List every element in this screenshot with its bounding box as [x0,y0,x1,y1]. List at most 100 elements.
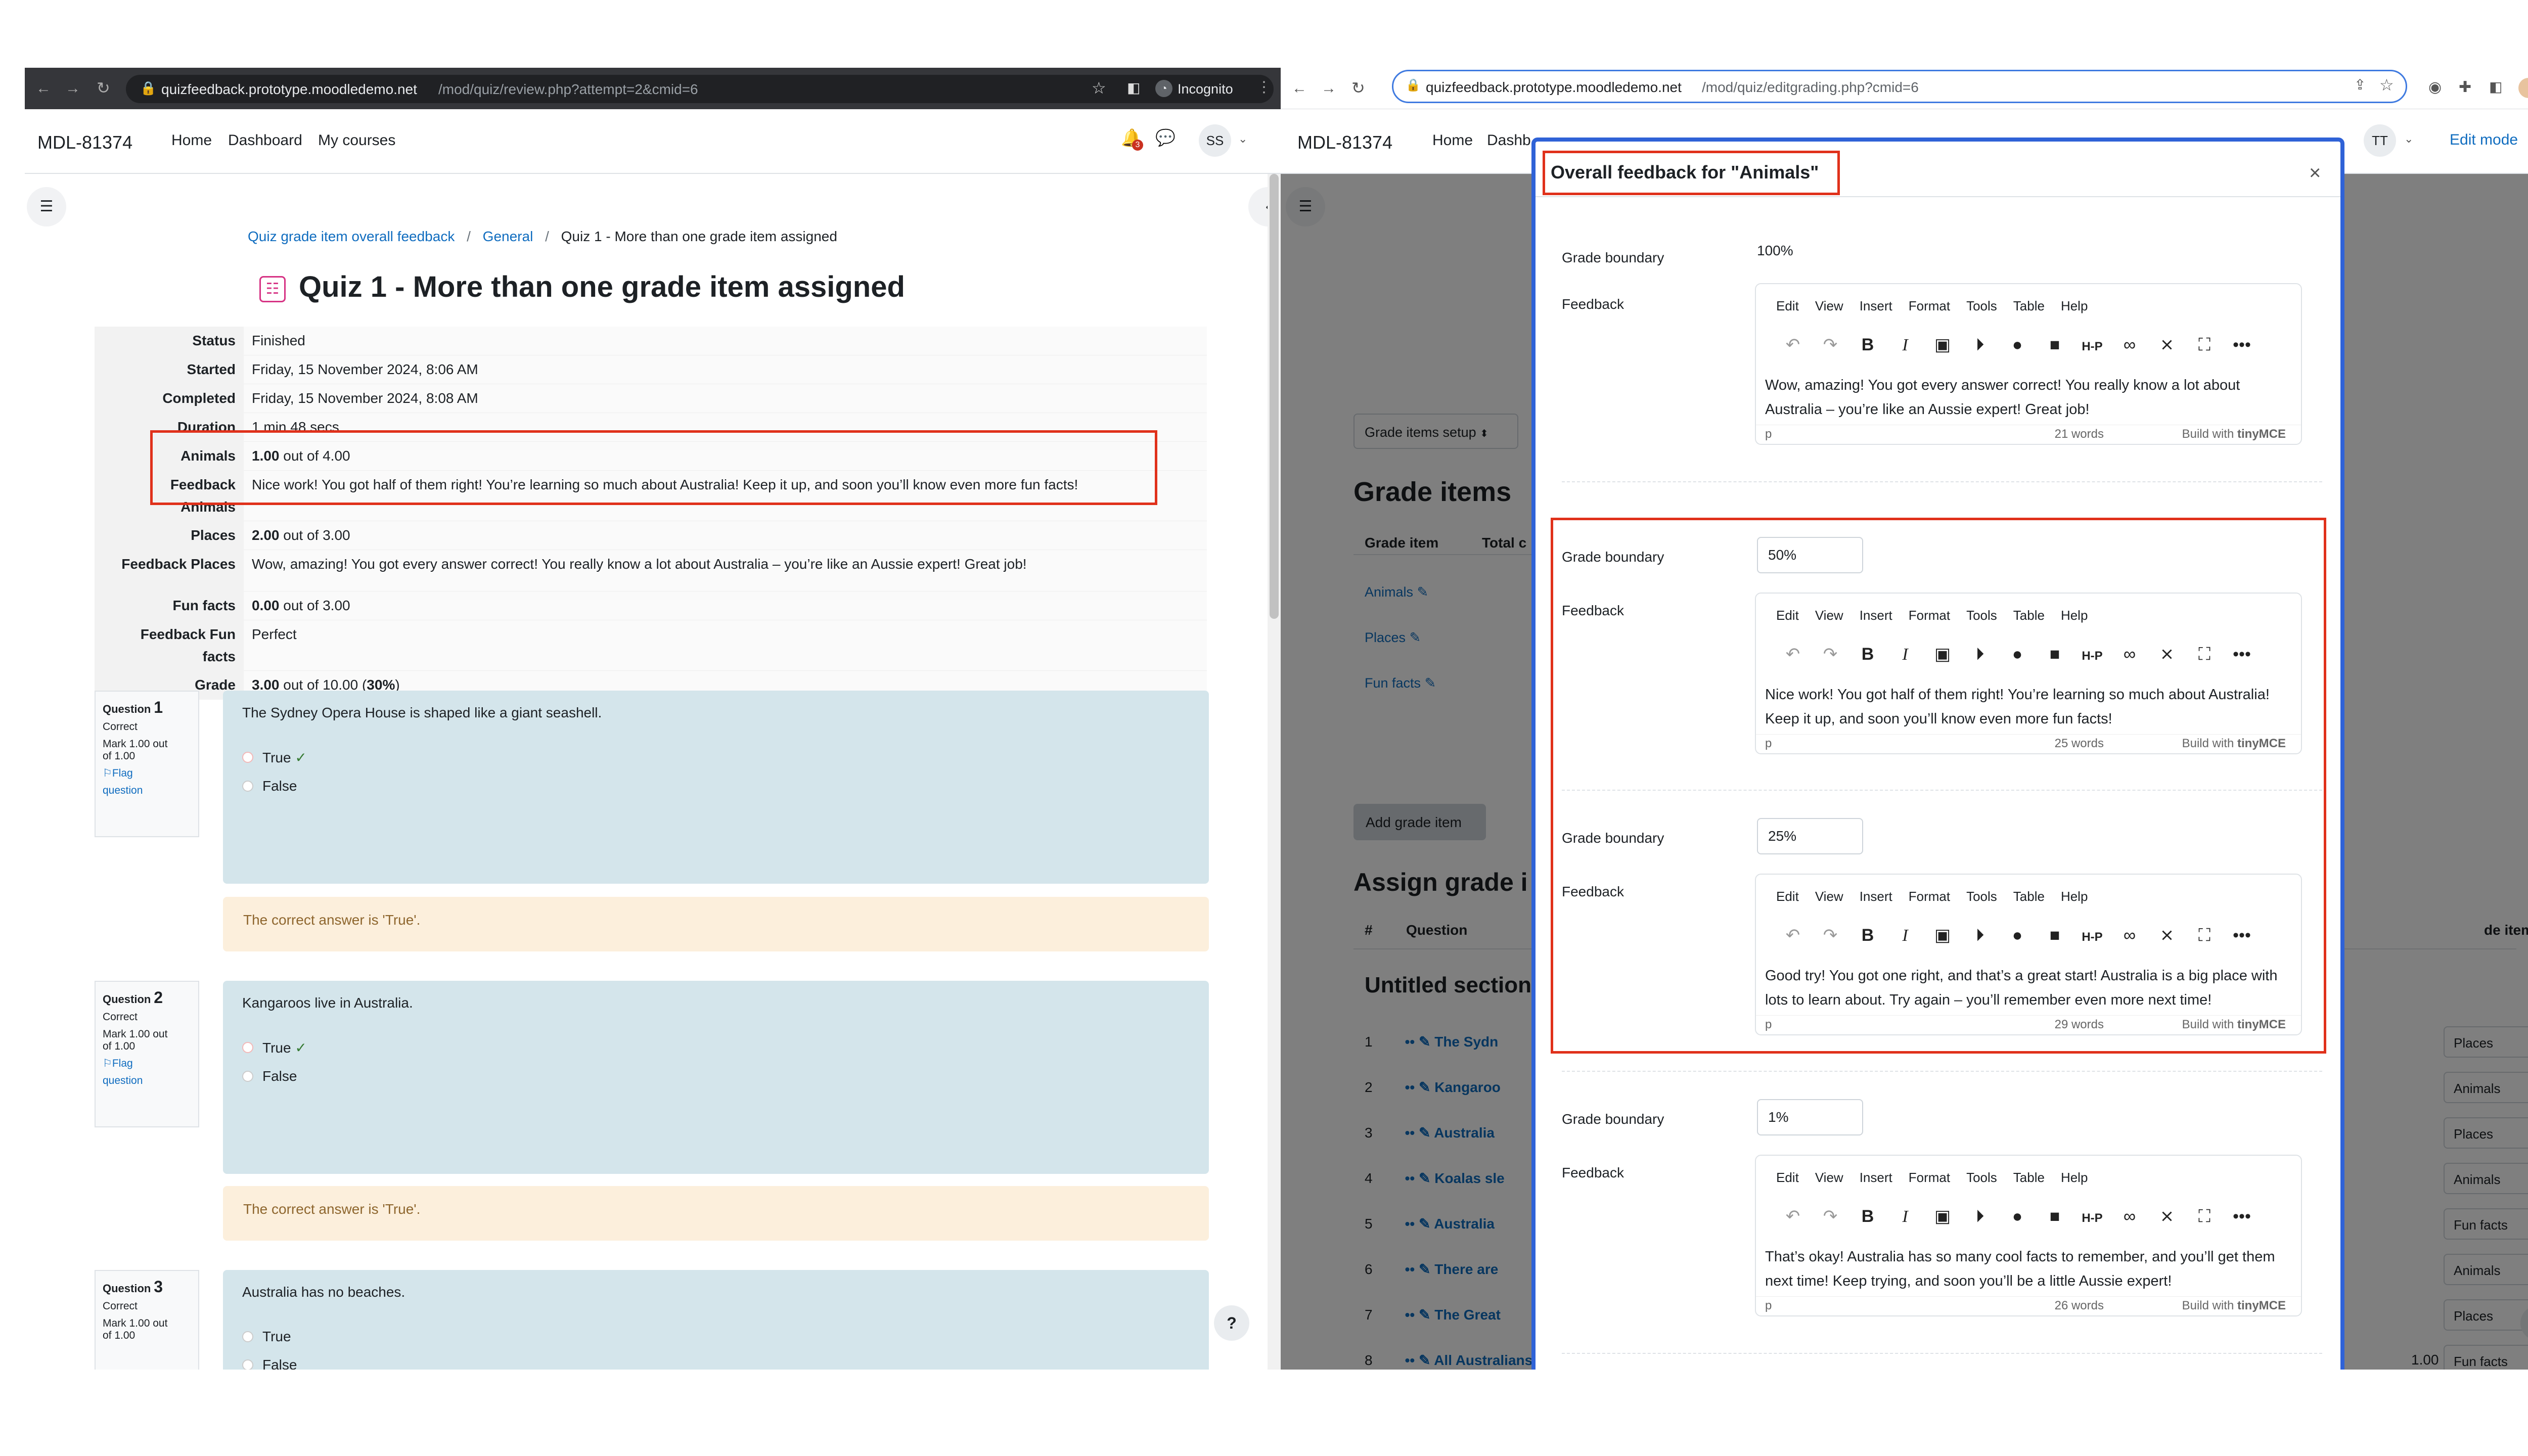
italic-icon[interactable]: I [1886,336,1924,355]
star-icon[interactable]: ☆ [2379,77,2394,93]
image-icon[interactable]: ▣ [1924,1206,1961,1226]
chevron-down-icon[interactable]: ⌄ [1238,133,1247,145]
back-icon[interactable]: ← [36,81,51,96]
share-icon[interactable]: ⇪ [2354,78,2366,92]
scrollbar-thumb[interactable] [1270,174,1279,619]
scrollbar[interactable] [1268,174,1281,1370]
unlink-icon[interactable]: ⨯ [2148,925,2186,945]
grade-boundary-input-1[interactable]: 1% [1757,1099,1863,1135]
redo-icon[interactable]: ↷ [1812,925,1849,945]
more-icon[interactable]: ••• [2223,335,2261,355]
option-true[interactable]: True [242,1329,1190,1345]
more-icon[interactable]: ••• [2223,1207,2261,1226]
star-icon[interactable]: ☆ [1092,80,1106,96]
h5p-icon[interactable]: H-P [2073,930,2111,944]
back-icon[interactable]: ← [1292,81,1307,96]
link-icon[interactable]: ∞ [2111,926,2148,945]
grade-boundary-input-25[interactable]: 25% [1757,818,1863,854]
sidepanel-icon[interactable]: ◧ [2489,80,2502,94]
fullscreen-icon[interactable]: ⛶ [2186,1207,2223,1226]
undo-icon[interactable]: ↶ [1774,335,1812,355]
italic-icon[interactable]: I [1886,1207,1924,1226]
video-icon[interactable]: ■ [2036,335,2073,355]
extension-icon[interactable]: ◉ [2428,80,2442,95]
editor-content[interactable]: Good try! You got one right, and that’s … [1756,959,2301,1015]
more-icon[interactable]: ••• [2223,926,2261,945]
image-icon[interactable]: ▣ [1924,925,1961,945]
nav-my-courses[interactable]: My courses [318,132,395,149]
image-icon[interactable]: ▣ [1924,335,1961,355]
menu-dots-icon[interactable]: ⋮ [1256,80,1272,95]
image-icon[interactable]: ▣ [1924,644,1961,664]
unlink-icon[interactable]: ⨯ [2148,335,2186,355]
bold-icon[interactable]: B [1849,645,1886,664]
unlink-icon[interactable]: ⨯ [2148,644,2186,664]
site-name[interactable]: MDL-81374 [1297,132,1392,153]
grade-boundary-input-50[interactable]: 50% [1757,537,1863,573]
reload-icon[interactable]: ↻ [97,80,110,96]
more-icon[interactable]: ••• [2223,645,2261,664]
microphone-icon[interactable]: ● [1999,335,2036,355]
link-icon[interactable]: ∞ [2111,645,2148,664]
breadcrumb-section[interactable]: General [483,229,533,244]
help-button[interactable]: ? [1214,1305,1249,1341]
editor-content[interactable]: Wow, amazing! You got every answer corre… [1756,368,2301,425]
feedback-editor-25[interactable]: Edit View Insert Format Tools Table Help ↶ ↷ B I ▣… [1755,874,2302,1035]
fullscreen-icon[interactable]: ⛶ [2186,926,2223,945]
nav-home[interactable]: Home [171,132,212,149]
profile-icon[interactable] [2518,78,2528,98]
chat-icon[interactable]: 💬 [1155,129,1176,146]
redo-icon[interactable]: ↷ [1812,644,1849,664]
bold-icon[interactable]: B [1849,335,1886,355]
unlink-icon[interactable]: ⨯ [2148,1206,2186,1226]
forward-icon[interactable]: → [65,81,80,96]
media-icon[interactable]: ⏵ [1961,335,1999,355]
h5p-icon[interactable]: H-P [2073,649,2111,663]
editor-content[interactable]: Nice work! You got half of them right! Y… [1756,677,2301,734]
breadcrumb-course[interactable]: Quiz grade item overall feedback [248,229,455,244]
editor-content[interactable]: That’s okay! Australia has so many cool … [1756,1240,2301,1296]
flag-question-link[interactable]: ⚐Flag question [103,765,191,799]
flag-question-link[interactable]: ⚐Flag question [103,1055,191,1089]
redo-icon[interactable]: ↷ [1812,335,1849,355]
option-true[interactable]: True ✓ [242,749,1190,766]
puzzle-icon[interactable]: ✚ [2459,80,2471,95]
media-icon[interactable]: ⏵ [1961,645,1999,664]
feedback-editor-50[interactable]: Edit View Insert Format Tools Table Help ↶ ↷ B I ▣… [1755,593,2302,754]
close-icon[interactable]: × [2309,162,2321,185]
feedback-editor-100[interactable]: Edit View Insert Format Tools Table Help ↶ ↷ B I ▣… [1755,283,2302,445]
h5p-icon[interactable]: H-P [2073,1211,2111,1225]
microphone-icon[interactable]: ● [1999,645,2036,664]
left-address-bar[interactable]: 🔒 quizfeedback.prototype.moodledemo.net … [126,75,1274,103]
drawer-toggle-icon[interactable]: ☰ [27,187,66,226]
avatar[interactable]: SS [1199,124,1231,157]
bold-icon[interactable]: B [1849,926,1886,945]
fullscreen-icon[interactable]: ⛶ [2186,335,2223,355]
media-icon[interactable]: ⏵ [1961,926,1999,945]
feedback-editor-1[interactable]: Edit View Insert Format Tools Table Help ↶ ↷ B I ▣… [1755,1155,2302,1316]
avatar[interactable]: TT [2364,124,2396,157]
chevron-down-icon[interactable]: ⌄ [2404,133,2413,145]
undo-icon[interactable]: ↶ [1774,925,1812,945]
fullscreen-icon[interactable]: ⛶ [2186,645,2223,664]
link-icon[interactable]: ∞ [2111,335,2148,355]
nav-dashboard[interactable]: Dashboard [228,132,302,149]
right-address-bar[interactable]: 🔒 quizfeedback.prototype.moodledemo.net … [1392,70,2407,103]
nav-home[interactable]: Home [1432,132,1473,149]
video-icon[interactable]: ■ [2036,645,2073,664]
redo-icon[interactable]: ↷ [1812,1206,1849,1226]
italic-icon[interactable]: I [1886,926,1924,945]
video-icon[interactable]: ■ [2036,926,2073,945]
site-name[interactable]: MDL-81374 [37,132,132,153]
forward-icon[interactable]: → [1321,81,1336,96]
microphone-icon[interactable]: ● [1999,1207,2036,1226]
reload-icon[interactable]: ↻ [1351,80,1365,96]
option-true[interactable]: True ✓ [242,1039,1190,1056]
microphone-icon[interactable]: ● [1999,926,2036,945]
option-false[interactable]: False [242,1357,1190,1370]
option-false[interactable]: False [242,1068,1190,1084]
media-icon[interactable]: ⏵ [1961,1207,1999,1226]
h5p-icon[interactable]: H-P [2073,340,2111,354]
link-icon[interactable]: ∞ [2111,1207,2148,1226]
nav-dashboard[interactable]: Dashb [1487,132,1531,149]
